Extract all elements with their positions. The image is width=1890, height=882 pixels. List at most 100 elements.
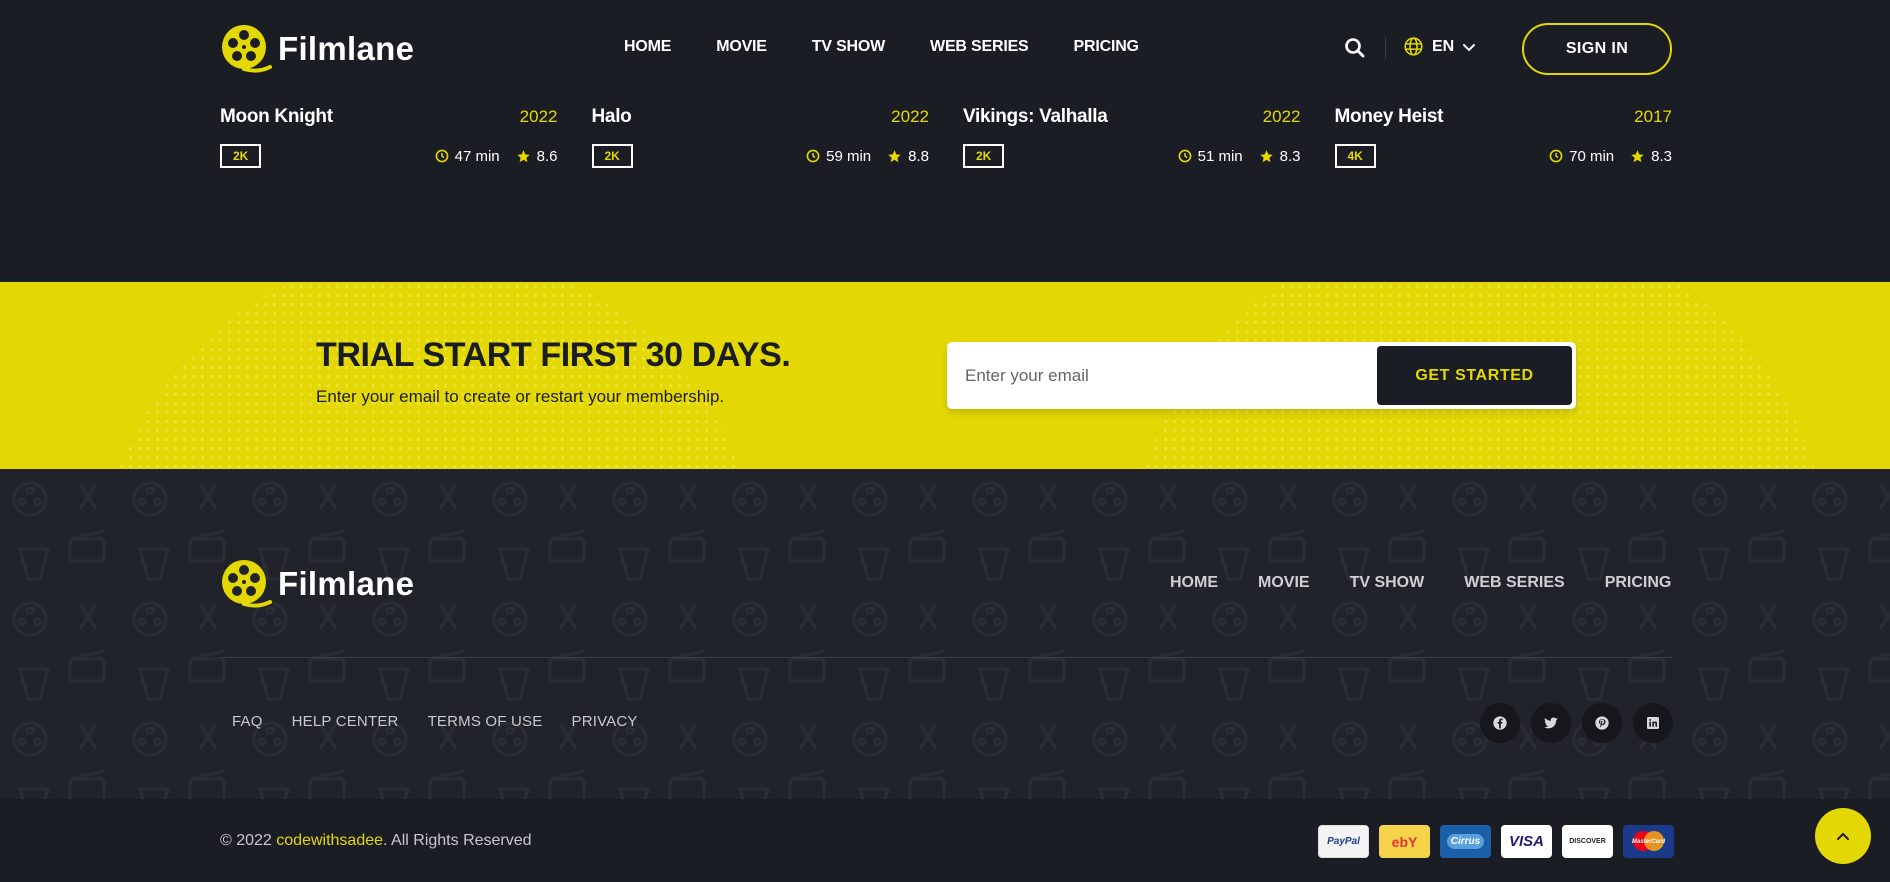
- facebook-button[interactable]: [1480, 703, 1520, 743]
- get-started-button[interactable]: GET STARTED: [1377, 346, 1572, 405]
- movie-duration: 47 min: [454, 147, 500, 165]
- movie-title[interactable]: Money Heist: [1335, 106, 1444, 128]
- cirrus-icon: Cirrus: [1440, 825, 1491, 858]
- clock-icon: [1178, 149, 1192, 163]
- quality-badge: 2K: [963, 144, 1005, 168]
- movie-title[interactable]: Vikings: Valhalla: [963, 106, 1108, 128]
- footer-links: FAQ HELP CENTER TERMS OF USE PRIVACY: [232, 713, 638, 730]
- mastercard-label: MasterCard: [1631, 838, 1665, 845]
- footer-nav: HOME MOVIE TV SHOW WEB SERIES PRICING: [1170, 574, 1671, 592]
- copyright-text: © 2022 codewithsadee. All Rights Reserve…: [220, 832, 532, 850]
- paypal-icon: PayPal: [1318, 825, 1369, 858]
- discover-label: DISCOVER: [1569, 838, 1606, 845]
- movie-year: 2022: [1262, 107, 1301, 126]
- copyright-prefix: © 2022: [220, 832, 277, 849]
- movie-list: Moon Knight 2022 2K 47 min 8.6 Halo 2022…: [220, 104, 1672, 168]
- copyright-bar: © 2022 codewithsadee. All Rights Reserve…: [0, 799, 1890, 882]
- quality-badge: 4K: [1334, 144, 1376, 168]
- movie-duration: 59 min: [826, 147, 872, 165]
- twitter-button[interactable]: [1531, 703, 1571, 743]
- link-terms-of-use[interactable]: TERMS OF USE: [428, 713, 543, 730]
- footer-nav-pricing[interactable]: PRICING: [1605, 574, 1672, 592]
- movie-title[interactable]: Moon Knight: [220, 106, 333, 128]
- linkedin-icon: [1647, 717, 1659, 729]
- movie-duration: 51 min: [1197, 147, 1243, 165]
- cirrus-label: Cirrus: [1446, 834, 1485, 849]
- logo-text: Filmlane: [278, 30, 415, 67]
- movie-rating: 8.3: [1279, 147, 1301, 165]
- site-header: Filmlane HOME MOVIE TV SHOW WEB SERIES P…: [0, 0, 1890, 97]
- back-to-top-button[interactable]: [1815, 808, 1871, 864]
- movie-card[interactable]: Money Heist 2017 4K 70 min 8.3: [1334, 104, 1672, 168]
- newsletter-subtitle: Enter your email to create or restart yo…: [316, 387, 725, 406]
- cinema-pattern-background: [0, 469, 1890, 799]
- movie-title[interactable]: Halo: [592, 106, 632, 128]
- site-footer: Filmlane HOME MOVIE TV SHOW WEB SERIES P…: [0, 469, 1890, 799]
- globe-icon: [1404, 37, 1423, 56]
- nav-home[interactable]: HOME: [624, 38, 671, 56]
- visa-label: VISA: [1508, 833, 1544, 850]
- social-links: [1480, 703, 1673, 743]
- movie-year: 2022: [891, 107, 929, 126]
- footer-logo[interactable]: Filmlane: [220, 558, 414, 610]
- newsletter-title: TRIAL START FIRST 30 DAYS.: [316, 336, 791, 374]
- language-select[interactable]: EN: [1403, 36, 1476, 57]
- twitter-icon: [1544, 717, 1558, 729]
- quality-badge: 2K: [591, 144, 633, 168]
- ebay-icon: ebY: [1379, 825, 1430, 858]
- movie-year: 2017: [1634, 107, 1672, 126]
- author-link[interactable]: codewithsadee: [276, 832, 383, 849]
- main-nav: HOME MOVIE TV SHOW WEB SERIES PRICING: [624, 38, 1139, 56]
- payment-methods: PayPal ebY Cirrus VISA DISCOVER MasterCa…: [1318, 825, 1674, 858]
- movie-card[interactable]: Halo 2022 2K 59 min 8.8: [591, 104, 929, 168]
- copyright-suffix: . All Rights Reserved: [383, 832, 532, 849]
- footer-nav-movie[interactable]: MOVIE: [1258, 574, 1310, 592]
- logo[interactable]: Filmlane: [220, 23, 414, 75]
- footer-divider: [220, 657, 1672, 658]
- film-reel-icon: [222, 560, 272, 608]
- link-help-center[interactable]: HELP CENTER: [292, 713, 399, 730]
- linkedin-button[interactable]: [1633, 703, 1673, 743]
- discover-icon: DISCOVER: [1562, 825, 1613, 858]
- newsletter-section: TRIAL START FIRST 30 DAYS. Enter your em…: [0, 282, 1890, 469]
- search-icon[interactable]: [1343, 36, 1367, 60]
- star-icon: [516, 149, 530, 162]
- mastercard-icon: MasterCard: [1623, 825, 1674, 858]
- movie-card[interactable]: Vikings: Valhalla 2022 2K 51 min 8.3: [963, 104, 1301, 168]
- footer-nav-web-series[interactable]: WEB SERIES: [1464, 574, 1564, 592]
- chevron-up-icon: [1837, 832, 1849, 840]
- ebay-label: ebY: [1391, 833, 1418, 850]
- email-input[interactable]: [965, 342, 1315, 409]
- footer-logo-text: Filmlane: [278, 565, 415, 602]
- facebook-icon: [1493, 716, 1507, 730]
- link-faq[interactable]: FAQ: [232, 713, 263, 730]
- clock-icon: [806, 149, 820, 163]
- pinterest-icon: [1595, 716, 1609, 730]
- link-privacy[interactable]: PRIVACY: [571, 713, 637, 730]
- film-reel-icon: [222, 25, 272, 73]
- movie-duration: 70 min: [1569, 147, 1615, 165]
- movie-rating: 8.8: [908, 147, 929, 165]
- sign-in-button[interactable]: SIGN IN: [1522, 23, 1672, 75]
- star-icon: [1631, 149, 1644, 162]
- movie-rating: 8.6: [536, 147, 558, 165]
- star-icon: [888, 149, 901, 162]
- clock-icon: [435, 149, 449, 163]
- language-label: EN: [1432, 37, 1455, 55]
- paypal-label: PayPal: [1327, 836, 1360, 847]
- movie-year: 2022: [519, 107, 558, 126]
- pinterest-button[interactable]: [1582, 703, 1622, 743]
- nav-movie[interactable]: MOVIE: [716, 38, 767, 56]
- nav-pricing[interactable]: PRICING: [1074, 38, 1139, 56]
- movie-card[interactable]: Moon Knight 2022 2K 47 min 8.6: [220, 104, 558, 168]
- globe-dots-background: [120, 282, 1815, 469]
- footer-nav-tv-show[interactable]: TV SHOW: [1350, 574, 1425, 592]
- chevron-down-icon: [1463, 43, 1476, 51]
- nav-web-series[interactable]: WEB SERIES: [930, 38, 1029, 56]
- visa-icon: VISA: [1501, 825, 1552, 858]
- nav-tv-show[interactable]: TV SHOW: [812, 38, 885, 56]
- header-divider: [1385, 37, 1386, 59]
- footer-nav-home[interactable]: HOME: [1170, 574, 1218, 592]
- star-icon: [1259, 149, 1273, 162]
- quality-badge: 2K: [220, 144, 262, 168]
